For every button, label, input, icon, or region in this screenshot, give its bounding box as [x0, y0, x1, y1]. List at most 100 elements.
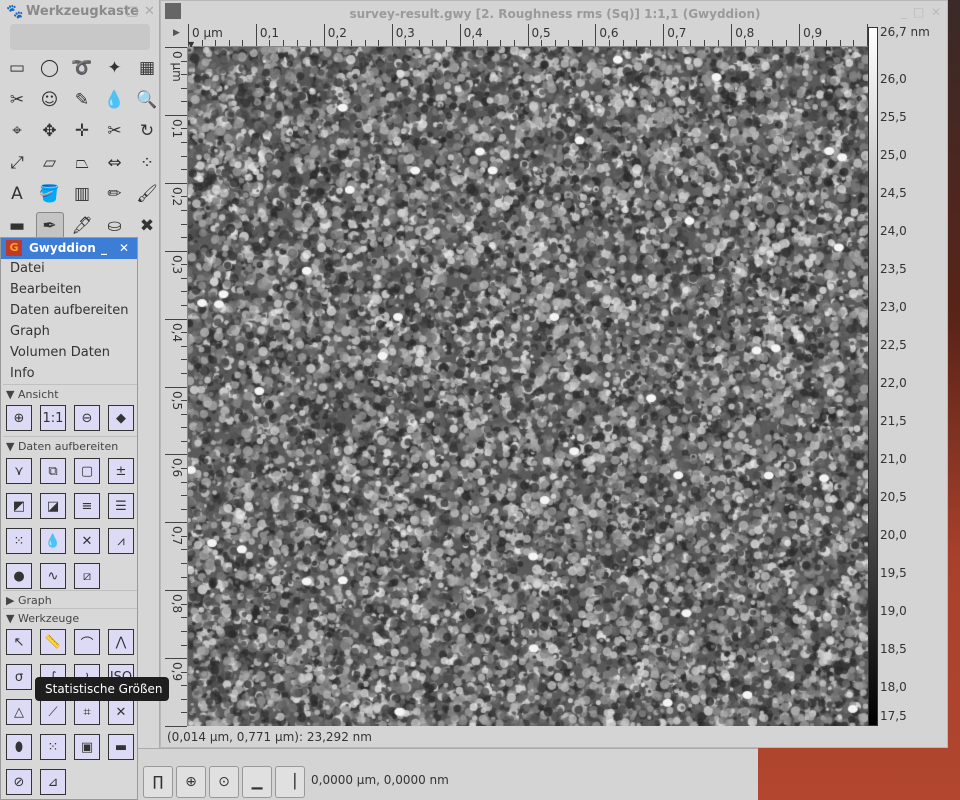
tool-foreground-select-button[interactable]: ☺ [36, 86, 64, 114]
maximize-icon[interactable]: □ [126, 0, 138, 24]
tool-airbrush-button[interactable]: ✒ [35, 211, 64, 240]
tool_icons-icon-button[interactable]: ⊿ [40, 769, 66, 795]
section-view[interactable]: ▼ Ansicht [6, 388, 59, 401]
tool-scale-button[interactable]: ⤢ [3, 149, 31, 177]
tool_icons-icon-button[interactable]: △ [6, 699, 32, 725]
tool_icons-icon-button[interactable]: ⬮ [6, 734, 32, 760]
view_icons-icon-button[interactable]: ⊖ [74, 405, 100, 431]
process_icons-icon-button[interactable]: ✕ [74, 528, 100, 554]
menu-volumen-daten[interactable]: Volumen Daten [10, 345, 110, 360]
tool_icons-icon-button[interactable]: ✕ [108, 699, 134, 725]
process_icons-icon-button[interactable]: ● [6, 563, 32, 589]
close-icon[interactable]: ✕ [144, 0, 155, 24]
process_icons-icon-button[interactable]: 💧 [40, 528, 66, 554]
tool-pencil-button[interactable]: ✏ [101, 180, 129, 208]
process_icons-icon-button[interactable]: ⧉ [40, 458, 66, 484]
tool-ink-button[interactable]: 🖋 [68, 212, 96, 240]
process_icons-icon-button[interactable]: ⋎ [6, 458, 32, 484]
close-icon[interactable]: ✕ [931, 5, 941, 19]
process_icons-icon-button[interactable]: ≡ [74, 493, 100, 519]
process_icons-icon-button[interactable]: ◪ [40, 493, 66, 519]
view_icons-icon-button[interactable]: 1:1 [40, 405, 66, 431]
tool-zoom-button[interactable]: 🔍 [133, 86, 161, 114]
toolbar-button[interactable]: ▁ [242, 766, 272, 798]
tool-cage-button[interactable]: ⁘ [133, 149, 161, 177]
tool-align-button[interactable]: ✛ [68, 117, 96, 145]
colorbar-label: 24,0 [880, 224, 907, 239]
process_icons-icon-button[interactable]: ☰ [108, 493, 134, 519]
tool_icons-icon-button[interactable]: ▬ [108, 734, 134, 760]
minimize-icon[interactable]: _ [101, 238, 107, 259]
toolbar-button[interactable]: ∏ [143, 766, 173, 798]
tool-clone-button[interactable]: ⛀ [101, 212, 129, 240]
maximize-icon[interactable]: □ [913, 5, 924, 19]
tool-bucket-fill-button[interactable]: 🪣 [36, 180, 64, 208]
tool-lasso-button[interactable]: ➰ [68, 54, 96, 82]
ruler-tick [181, 508, 187, 510]
tool-flip-button[interactable]: ⇔ [101, 149, 129, 177]
tool-ellipse-select-button[interactable]: ◯ [36, 54, 64, 82]
tool-eraser-button[interactable]: ▬ [3, 212, 31, 240]
view_icons-icon-button[interactable]: ◆ [108, 405, 134, 431]
colorbar-label: 25,0 [880, 148, 907, 163]
ruler-tick [785, 40, 787, 46]
section-graph[interactable]: ▶ Graph [6, 594, 52, 607]
tool-measure-button[interactable]: ⌖ [3, 117, 31, 145]
toolbar-button[interactable]: ⊙ [209, 766, 239, 798]
ruler-tick [350, 40, 352, 46]
tool_icons-icon-button[interactable]: ⁙ [40, 734, 66, 760]
tool-color-select-button[interactable]: ▦ [133, 54, 161, 82]
tool_icons-icon-button[interactable]: ▣ [74, 734, 100, 760]
ruler-menu-arrow-icon[interactable]: ▶ [173, 28, 180, 38]
tool-fuzzy-select-button[interactable]: ✦ [101, 54, 129, 82]
minimize-icon[interactable]: _ [901, 5, 907, 19]
toolbar-button[interactable]: ▕ [275, 766, 305, 798]
menu-info[interactable]: Info [10, 366, 35, 381]
tool-paintbrush-button[interactable]: 🖌 [133, 180, 161, 208]
process_icons-icon-button[interactable]: ⁙ [6, 528, 32, 554]
process_icons-icon-button[interactable]: ± [108, 458, 134, 484]
process_icons-icon-button[interactable]: ◩ [6, 493, 32, 519]
menu-daten-aufbereiten[interactable]: Daten aufbereiten [10, 303, 128, 318]
tool-rotate-button[interactable]: ↻ [133, 117, 161, 145]
tool-shear-button[interactable]: ▱ [36, 149, 64, 177]
menu-bearbeiten[interactable]: Bearbeiten [10, 282, 81, 297]
close-icon[interactable]: ✕ [119, 238, 129, 259]
tool_icons-icon-button[interactable]: ⌒ [74, 629, 100, 655]
tool_icons-icon-button[interactable]: ⋀ [108, 629, 134, 655]
tool_icons-icon-button[interactable]: ↖ [6, 629, 32, 655]
tool-perspective-button[interactable]: ⏢ [68, 149, 96, 177]
tool-blend-button[interactable]: ▥ [68, 180, 96, 208]
tool-heal-button[interactable]: ✖ [133, 212, 161, 240]
status-readout: (0,014 µm, 0,771 µm): 23,292 nm [167, 730, 372, 744]
view_icons-icon-button[interactable]: ⊕ [6, 405, 32, 431]
tool_icons-icon-button[interactable]: 📏 [40, 629, 66, 655]
toolbar-button[interactable]: ⊕ [176, 766, 206, 798]
process_icons-icon-button[interactable]: ⩘ [108, 528, 134, 554]
tool-paths-button[interactable]: ✎ [68, 86, 96, 114]
tool_icons-icon-button[interactable]: ⟋ [40, 699, 66, 725]
section-process[interactable]: ▼ Daten aufbereiten [6, 440, 118, 453]
tool-text-button[interactable]: A [3, 180, 31, 208]
y-ruler-label: 0,7 [170, 526, 184, 546]
tool_icons-icon-button[interactable]: ⌗ [74, 699, 100, 725]
tool-rect-select-button[interactable]: ▭ [3, 54, 31, 82]
tool_icons-icon-button[interactable]: ⊘ [6, 769, 32, 795]
tool-scissors-button[interactable]: ✂ [3, 86, 31, 114]
process_icons-icon-button[interactable]: ⧄ [74, 563, 100, 589]
tool_icons-icon-button[interactable]: σ [6, 664, 32, 690]
menu-datei[interactable]: Datei [10, 261, 45, 276]
process_icons-icon-button[interactable]: ▢ [74, 458, 100, 484]
ruler-tick [255, 24, 257, 46]
ruler-tick [269, 40, 271, 46]
process_icons-icon-button[interactable]: ∿ [40, 563, 66, 589]
ruler-tick [181, 155, 187, 157]
tool-crop-button[interactable]: ✂ [101, 117, 129, 145]
tool-move-button[interactable]: ✥ [36, 117, 64, 145]
tool-color-picker-button[interactable]: 💧 [101, 86, 129, 114]
x-ruler-label: 0,2 [327, 26, 347, 40]
menu-graph[interactable]: Graph [10, 324, 50, 339]
section-tools[interactable]: ▼ Werkzeuge [6, 612, 79, 625]
afm-image[interactable] [188, 47, 868, 726]
colorbar-label: 23,0 [880, 300, 907, 315]
